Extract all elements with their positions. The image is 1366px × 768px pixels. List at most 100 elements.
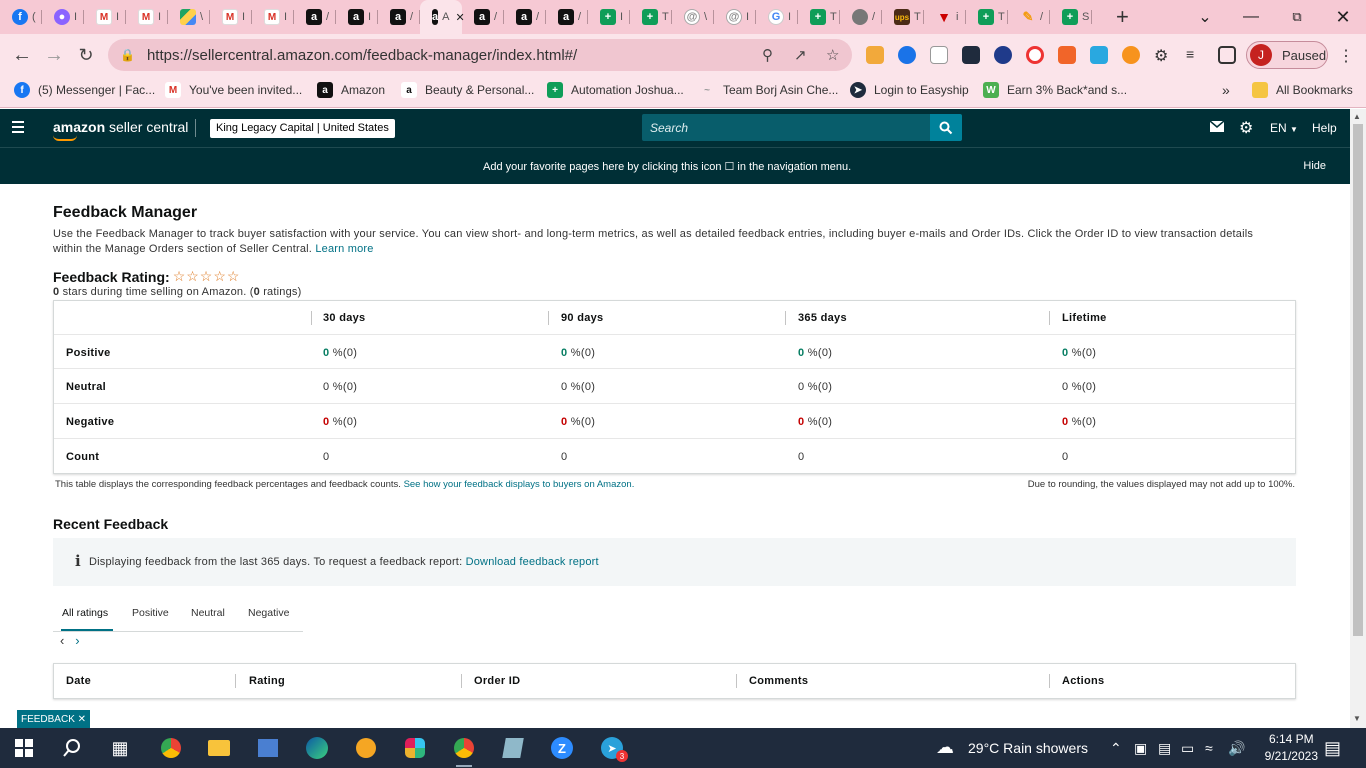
search-icon[interactable] [60,736,84,760]
column-header-comments[interactable]: Comments [749,675,808,687]
notifications-icon[interactable]: ▤ [1324,738,1341,759]
profile-button[interactable]: J Paused [1246,41,1328,69]
share-icon[interactable]: ↗ [794,46,807,64]
file-explorer-icon[interactable] [207,736,231,760]
app-taskbar-icon[interactable] [501,736,525,760]
browser-tab[interactable]: MI [126,0,168,34]
zoom-icon[interactable]: Z [550,736,574,760]
browser-tab[interactable]: / [840,0,882,34]
system-clock[interactable]: 6:14 PM 9/21/2023 [1265,731,1318,765]
search-input[interactable]: Search [642,114,930,141]
slack-icon[interactable] [403,736,427,760]
download-report-link[interactable]: Download feedback report [466,556,599,568]
restore-icon[interactable]: ⧉ [1282,0,1312,34]
extension-js-icon[interactable] [1058,46,1076,64]
bookmark-team-borj[interactable]: ~ Team Borj Asin Che... [699,82,838,98]
new-tab-icon[interactable]: + [1116,4,1129,30]
help-link[interactable]: Help [1312,121,1337,135]
scrollbar-thumb[interactable] [1353,124,1363,636]
bookmark-easyship[interactable]: ➤ Login to Easyship [850,82,969,98]
extension-fba-icon[interactable] [1090,46,1108,64]
browser-tab[interactable]: a / [378,0,420,34]
extension-icon-6[interactable] [1026,46,1044,64]
extension-icon-5[interactable] [994,46,1012,64]
address-bar[interactable]: 🔒 https://sellercentral.amazon.com/feedb… [108,39,852,71]
hide-favorites-button[interactable]: Hide [1303,160,1326,172]
browser-tab[interactable]: @ \ [672,0,714,34]
language-selector[interactable]: EN ▼ [1270,121,1298,135]
learn-more-link[interactable]: Learn more [315,243,373,255]
tab-neutral[interactable]: Neutral [191,607,225,619]
chrome-taskbar-icon[interactable] [159,736,183,760]
reload-icon[interactable]: ↻ [70,39,102,71]
extension-icon-1[interactable] [866,46,884,64]
bookmark-messenger[interactable]: f (5) Messenger | Fac... [14,82,155,98]
reading-list-icon[interactable]: ≡ [1186,46,1204,64]
task-view-icon[interactable]: ▦ [108,736,132,760]
bookmark-earn[interactable]: W Earn 3% Back*and s... [983,82,1127,98]
windows-start-icon[interactable] [12,736,36,760]
bookmark-star-icon[interactable]: ☆ [826,46,839,64]
bookmarks-overflow-icon[interactable]: » [1222,82,1230,98]
close-window-icon[interactable]: ✕ [1328,0,1358,34]
browser-tab[interactable]: ● I [42,0,84,34]
bookmark-invite[interactable]: M You've been invited... [165,82,302,98]
search-button[interactable] [930,114,962,141]
zoom-search-icon[interactable]: ⚲ [762,46,773,64]
show-hidden-icons[interactable]: ⌃ [1110,740,1122,757]
browser-tab[interactable]: aI [336,0,378,34]
mail-icon[interactable] [1209,120,1225,135]
browser-tab[interactable]: + T [966,0,1008,34]
edge-icon[interactable] [305,736,329,760]
weather-text[interactable]: 29°C Rain showers [968,740,1088,756]
extension-ok-icon[interactable] [962,46,980,64]
browser-tab[interactable]: a / [546,0,588,34]
column-header-date[interactable]: Date [66,675,91,687]
browser-tab[interactable]: + T [630,0,672,34]
browser-tab[interactable]: ups T [882,0,924,34]
scroll-down-icon[interactable]: ▼ [1353,714,1361,723]
browser-tab[interactable]: f( [0,0,42,34]
chrome-profile-taskbar-icon[interactable] [452,736,476,767]
extensions-puzzle-icon[interactable]: ⚙ [1154,46,1172,65]
account-switcher[interactable]: King Legacy Capital | United States [210,119,395,138]
tab-active[interactable]: a A ✕ [420,0,465,34]
wifi-icon[interactable]: ≈ [1205,740,1213,756]
all-bookmarks[interactable]: All Bookmarks [1252,82,1353,98]
extension-icon-9[interactable] [1122,46,1140,64]
browser-tab[interactable]: MI [210,0,252,34]
settings-gear-icon[interactable]: ⚙ [1239,118,1253,138]
side-panel-icon[interactable] [1218,46,1236,64]
meet-now-icon[interactable]: ▣ [1134,740,1147,757]
extension-icon-2[interactable] [898,46,916,64]
network-app-icon[interactable] [256,736,280,760]
display-icon[interactable]: ▤ [1158,740,1171,757]
bookmark-amazon[interactable]: a Amazon [317,82,385,98]
browser-tab[interactable]: MI [84,0,126,34]
column-header-actions[interactable]: Actions [1062,675,1104,687]
extension-icon-3[interactable] [930,46,948,64]
chevron-left-icon[interactable]: ‹ [60,633,64,648]
feedback-button[interactable]: FEEDBACK ✕ [17,710,90,728]
bookmark-beauty[interactable]: a Beauty & Personal... [401,82,534,98]
chevron-right-icon[interactable]: › [75,633,79,648]
tab-negative[interactable]: Negative [248,607,289,619]
browser-tab[interactable]: ✎ / [1008,0,1050,34]
forward-icon[interactable]: → [38,39,70,71]
battery-icon[interactable]: ▭ [1181,740,1194,757]
browser-tab[interactable]: \ [168,0,210,34]
telegram-icon[interactable]: ➤ 3 [600,736,628,762]
scroll-up-icon[interactable]: ▲ [1353,112,1361,121]
brave-icon[interactable] [354,736,378,760]
feedback-display-link[interactable]: See how your feedback displays to buyers… [404,479,635,490]
tab-search-icon[interactable]: ⌄ [1190,0,1220,34]
minimize-icon[interactable]: — [1236,0,1266,34]
back-icon[interactable]: ← [6,39,38,71]
page-scrollbar[interactable]: ▲ ▼ [1350,109,1366,728]
volume-icon[interactable]: 🔊 [1228,740,1245,757]
column-header-rating[interactable]: Rating [249,675,285,687]
tab-all-ratings[interactable]: All ratings [62,607,108,619]
browser-tab[interactable]: + I [588,0,630,34]
weather-icon[interactable]: ☁ [936,737,954,758]
browser-tab[interactable]: a / [462,0,504,34]
